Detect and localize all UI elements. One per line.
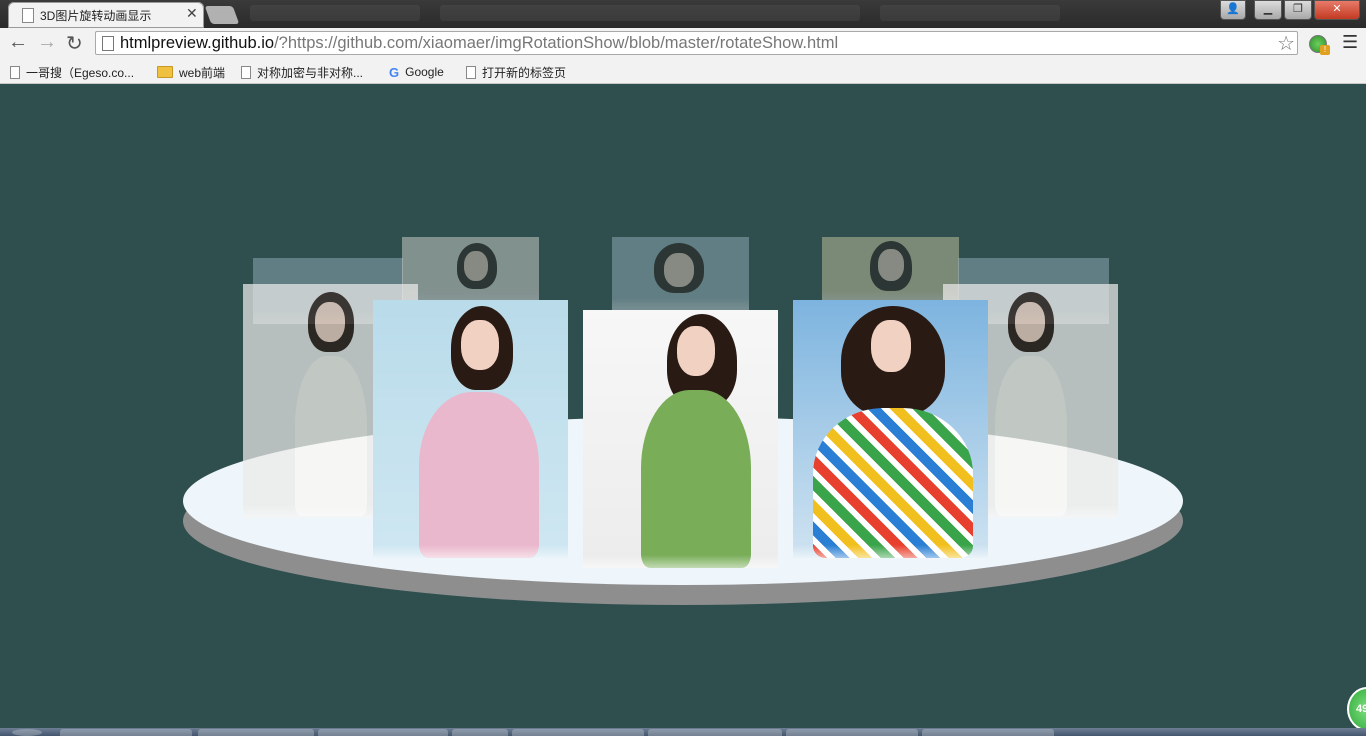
tab-title: 3D图片旋转动画显示 — [40, 9, 152, 23]
active-tab[interactable]: 3D图片旋转动画显示 ✕ — [8, 2, 204, 28]
bookmark-item[interactable]: 一哥搜（Egeso.co... — [10, 63, 134, 81]
inactive-tab[interactable] — [440, 5, 860, 21]
taskbar-item[interactable] — [648, 729, 782, 736]
doc-icon — [241, 65, 251, 79]
restore-button[interactable]: ❐ — [1284, 0, 1312, 20]
inactive-tab[interactable] — [880, 5, 1060, 21]
bookmark-item[interactable]: 对称加密与非对称... — [241, 63, 363, 81]
bookmark-item[interactable]: G Google — [389, 63, 444, 81]
os-taskbar — [0, 728, 1366, 736]
browser-toolbar: ← → ↻ htmlpreview.github.io/?https://git… — [0, 28, 1366, 60]
profile-icon[interactable]: 👤 — [1220, 0, 1246, 20]
photo-card[interactable] — [612, 237, 749, 311]
close-window-button[interactable]: ✕ — [1314, 0, 1360, 20]
photo-card[interactable] — [793, 300, 988, 558]
menu-icon[interactable]: ☰ — [1342, 32, 1358, 53]
page-content: 49 — [0, 84, 1366, 728]
inactive-tab[interactable] — [250, 5, 420, 21]
url-text[interactable]: htmlpreview.github.io/?https://github.co… — [120, 34, 838, 53]
address-bar[interactable]: htmlpreview.github.io/?https://github.co… — [95, 31, 1298, 55]
taskbar-item[interactable] — [922, 729, 1054, 736]
photo-card[interactable] — [822, 237, 959, 303]
minimize-button[interactable]: ▁ — [1254, 0, 1282, 20]
doc-icon — [10, 65, 20, 79]
taskbar-item[interactable] — [512, 729, 644, 736]
taskbar-item[interactable] — [452, 729, 508, 736]
start-button[interactable] — [12, 729, 42, 736]
back-arrow-icon[interactable]: ← — [8, 31, 28, 54]
photo-card[interactable] — [402, 237, 539, 303]
taskbar-item[interactable] — [318, 729, 448, 736]
extension-badge: ! — [1320, 45, 1330, 55]
folder-icon — [157, 66, 173, 78]
google-icon: G — [389, 64, 400, 80]
page-icon — [22, 8, 34, 23]
photo-card[interactable] — [583, 310, 778, 568]
reload-icon[interactable]: ↻ — [66, 31, 83, 56]
bookmarks-bar: 一哥搜（Egeso.co... web前端 对称加密与非对称... G Goog… — [0, 60, 1366, 84]
taskbar-item[interactable] — [198, 729, 314, 736]
page-icon — [102, 36, 114, 51]
bookmark-folder[interactable]: web前端 — [157, 63, 225, 81]
close-tab-icon[interactable]: ✕ — [186, 5, 198, 22]
taskbar-item[interactable] — [60, 729, 192, 736]
floating-badge[interactable]: 49 — [1347, 687, 1366, 728]
bookmark-star-icon[interactable]: ☆ — [1277, 31, 1295, 56]
doc-icon — [466, 65, 476, 79]
photo-card[interactable] — [373, 300, 568, 558]
window-controls: 👤 ▁ ❐ ✕ — [1220, 0, 1360, 20]
forward-arrow-icon[interactable]: → — [37, 31, 57, 54]
new-tab-button[interactable] — [204, 6, 240, 24]
browser-titlebar: 3D图片旋转动画显示 ✕ 👤 ▁ ❐ ✕ — [0, 0, 1366, 28]
taskbar-item[interactable] — [786, 729, 918, 736]
bookmark-item[interactable]: 打开新的标签页 — [466, 63, 566, 81]
